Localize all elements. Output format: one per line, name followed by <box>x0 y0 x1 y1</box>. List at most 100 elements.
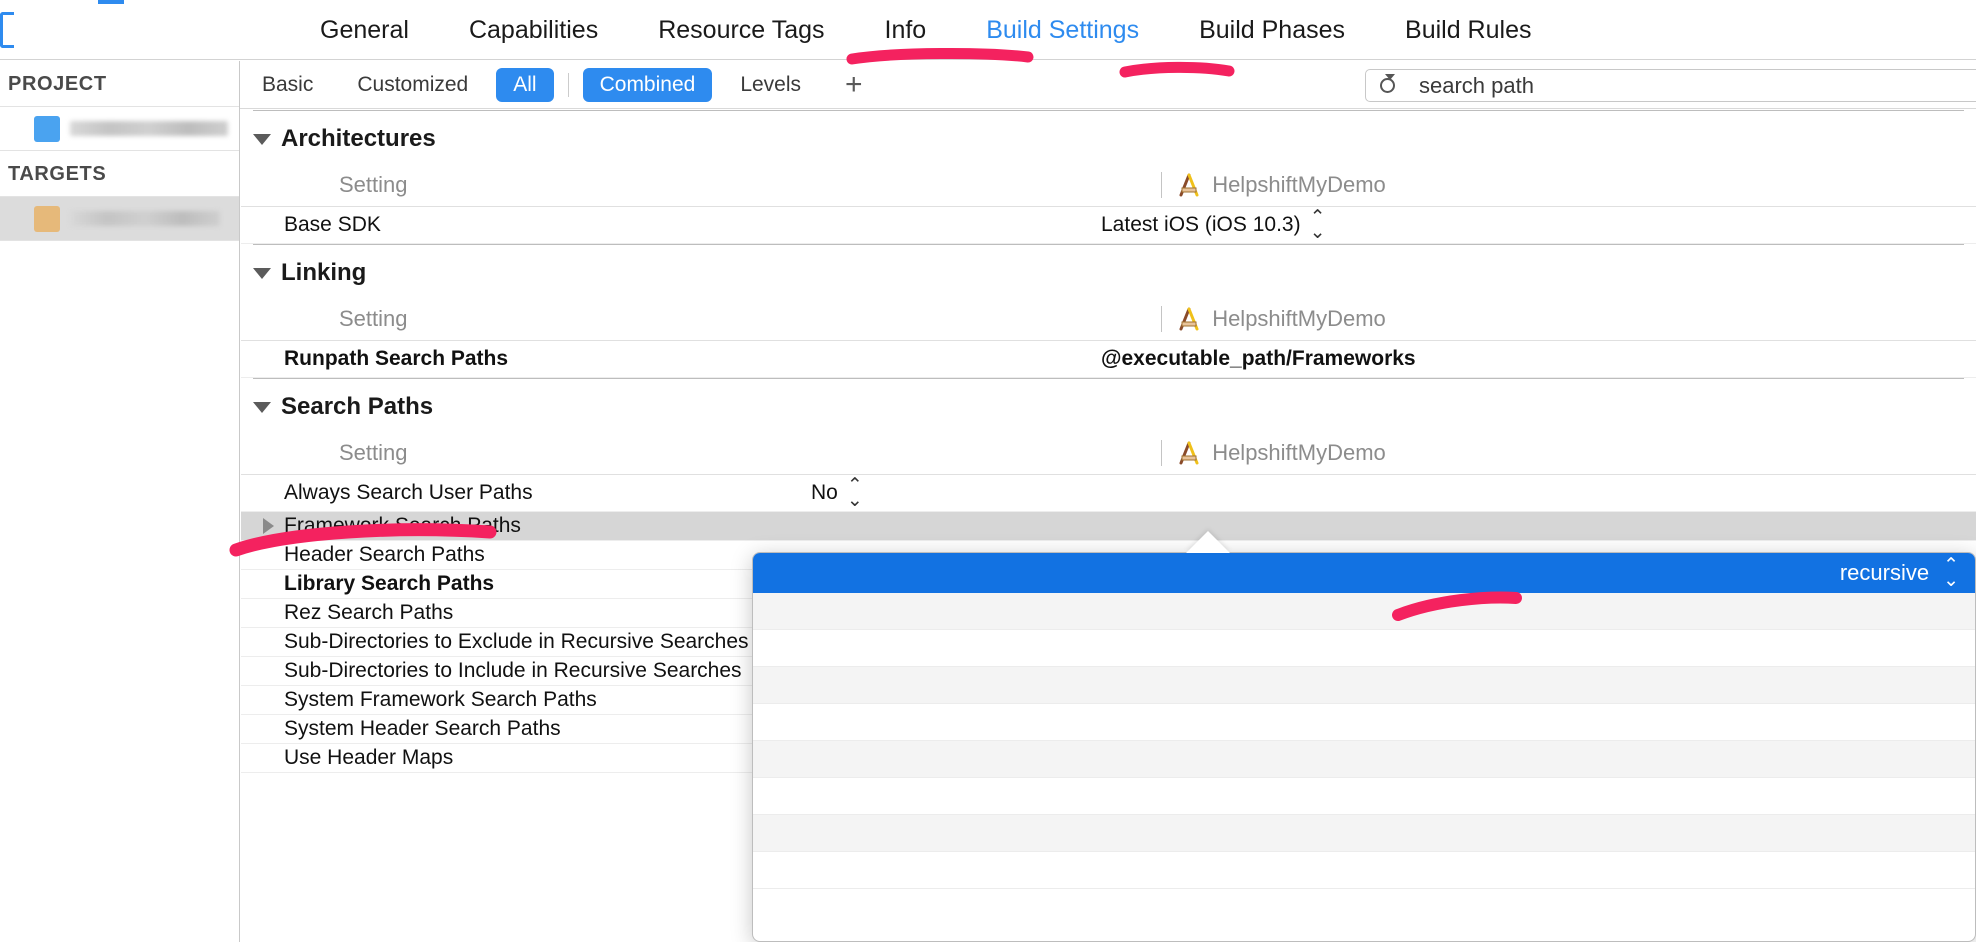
filter-customized[interactable]: Customized <box>335 73 490 97</box>
target-name: HelpshiftMyDemo <box>1212 171 1386 197</box>
setting-row[interactable]: Runpath Search Paths @executable_path/Fra… <box>241 341 1976 378</box>
tab-resource-tags[interactable]: Resource Tags <box>628 0 854 60</box>
search-icon <box>1380 78 1395 93</box>
setting-value: @executable_path/Frameworks <box>1101 347 1416 370</box>
setting-name-cell: System Header Search Paths <box>241 717 771 741</box>
sidebar-group-targets: TARGETS <box>8 163 107 185</box>
setting-name: Rez Search Paths <box>284 601 454 624</box>
setting-value-cell[interactable]: No ⌃ ⌄ <box>771 476 1976 511</box>
setting-name: Base SDK <box>284 213 381 236</box>
filter-all[interactable]: All <box>496 67 554 102</box>
popover-row[interactable] <box>753 704 1975 741</box>
stepper-down-icon: ⌄ <box>1943 570 1959 591</box>
xcode-target-icon <box>1179 173 1199 196</box>
setting-value-cell[interactable]: @executable_path/Frameworks <box>771 347 1976 371</box>
popover-arrow <box>1186 531 1230 553</box>
editor-tab-bar: General Capabilities Resource Tags Info Buil… <box>0 0 1976 60</box>
popover-row[interactable] <box>753 630 1975 667</box>
setting-name-cell: Always Search User Paths <box>241 481 771 505</box>
setting-name-cell: System Framework Search Paths <box>241 688 771 712</box>
setting-name: Always Search User Paths <box>284 481 533 504</box>
column-header-row: Setting HelpshiftMyDemo <box>241 431 1976 475</box>
setting-name-cell: Runpath Search Paths <box>241 347 771 371</box>
setting-name: Runpath Search Paths <box>284 347 509 370</box>
target-name: HelpshiftMyDemo <box>1212 305 1386 331</box>
mode-combined[interactable]: Combined <box>582 67 713 102</box>
popover-row[interactable] <box>753 815 1975 852</box>
tab-build-settings[interactable]: Build Settings <box>956 0 1169 60</box>
popover-row[interactable] <box>753 741 1975 778</box>
setting-name: Use Header Maps <box>284 746 454 769</box>
search-field[interactable]: search path ✕ <box>1365 69 1976 102</box>
chevron-down-icon[interactable] <box>253 267 271 279</box>
setting-name-cell: Library Search Paths <box>241 572 771 596</box>
column-header-row: Setting HelpshiftMyDemo <box>241 163 1976 207</box>
stepper-down-icon: ⌄ <box>1309 222 1326 243</box>
popover-row[interactable] <box>753 593 1975 630</box>
setting-name: System Header Search Paths <box>284 717 561 740</box>
search-input[interactable]: search path <box>1419 73 1534 99</box>
xcode-target-icon <box>1179 441 1199 464</box>
filter-segments: Basic Customized All <box>240 67 560 102</box>
tab-general[interactable]: General <box>290 0 439 60</box>
setting-value: No <box>811 481 838 504</box>
tab-info[interactable]: Info <box>855 0 957 60</box>
sidebar-item-targets-0[interactable] <box>0 196 239 241</box>
chevron-right-icon[interactable] <box>263 518 274 534</box>
setting-name-cell: Rez Search Paths <box>241 601 771 625</box>
target-name: HelpshiftMyDemo <box>1212 439 1386 465</box>
popover-selected-option[interactable]: recursive ⌃ ⌄ <box>753 553 1975 593</box>
setting-row[interactable]: Framework Search Paths <box>241 512 1976 541</box>
chevron-down-icon[interactable] <box>1385 74 1395 80</box>
setting-value: Latest iOS (iOS 10.3) <box>1101 213 1301 236</box>
setting-name-cell: Header Search Paths <box>241 543 771 567</box>
column-header-target: HelpshiftMyDemo <box>571 171 1976 198</box>
filter-basic[interactable]: Basic <box>240 73 335 97</box>
value-stepper[interactable]: ⌃ ⌄ <box>1309 208 1326 243</box>
chevron-down-icon[interactable] <box>253 133 271 145</box>
section-header-search-paths[interactable]: Search Paths <box>241 379 1976 431</box>
popover-row[interactable] <box>753 667 1975 704</box>
tab-capabilities[interactable]: Capabilities <box>439 0 628 60</box>
popover-row[interactable] <box>753 852 1975 889</box>
setting-row[interactable]: Always Search User Paths No ⌃ ⌄ <box>241 475 1976 512</box>
project-target-sidebar: PROJECT TARGETS <box>0 61 240 942</box>
sidebar-group-project: PROJECT <box>8 73 107 95</box>
section-header-architectures[interactable]: Architectures <box>241 111 1976 163</box>
stepper-down-icon: ⌄ <box>846 490 863 511</box>
column-header-setting: Setting <box>339 439 408 465</box>
setting-name: Framework Search Paths <box>284 514 521 537</box>
sidebar-item-label-redacted <box>70 121 228 136</box>
setting-name: Library Search Paths <box>284 572 495 595</box>
toolbar-blue-marker <box>98 0 124 4</box>
section-title: Search Paths <box>281 393 434 420</box>
navigator-selection-indicator <box>0 12 14 48</box>
setting-name: Header Search Paths <box>284 543 485 566</box>
column-header-target: HelpshiftMyDemo <box>571 305 1976 332</box>
setting-row[interactable]: Base SDK Latest iOS (iOS 10.3) ⌃ ⌄ <box>241 207 1976 244</box>
sidebar-item-project-0[interactable] <box>0 106 239 151</box>
value-stepper[interactable]: ⌃ ⌄ <box>846 476 863 511</box>
tab-build-phases[interactable]: Build Phases <box>1169 0 1375 60</box>
column-divider <box>1161 171 1163 198</box>
popover-empty-rows <box>753 593 1975 889</box>
project-icon <box>34 115 60 142</box>
column-divider <box>1161 439 1163 466</box>
column-header-setting: Setting <box>339 171 408 197</box>
add-setting-button[interactable]: + <box>823 68 885 102</box>
recursive-stepper[interactable]: ⌃ ⌄ <box>1943 556 1959 591</box>
target-icon <box>34 205 60 232</box>
section-header-linking[interactable]: Linking <box>241 245 1976 297</box>
build-settings-filter-bar: Basic Customized All Combined Levels + sear… <box>240 61 1976 109</box>
setting-value-cell[interactable]: Latest iOS (iOS 10.3) ⌃ ⌄ <box>771 208 1976 243</box>
popover-row[interactable] <box>753 778 1975 815</box>
section-title: Linking <box>281 259 367 286</box>
section-title: Architectures <box>281 125 436 152</box>
search-paths-value-popover[interactable]: recursive ⌃ ⌄ <box>752 552 1976 942</box>
setting-name: Sub-Directories to Exclude in Recursive … <box>284 630 749 653</box>
filter-divider <box>567 72 569 97</box>
tab-build-rules[interactable]: Build Rules <box>1375 0 1561 60</box>
setting-name-cell: Sub-Directories to Exclude in Recursive … <box>241 630 771 654</box>
mode-levels[interactable]: Levels <box>718 73 823 97</box>
chevron-down-icon[interactable] <box>253 401 271 413</box>
